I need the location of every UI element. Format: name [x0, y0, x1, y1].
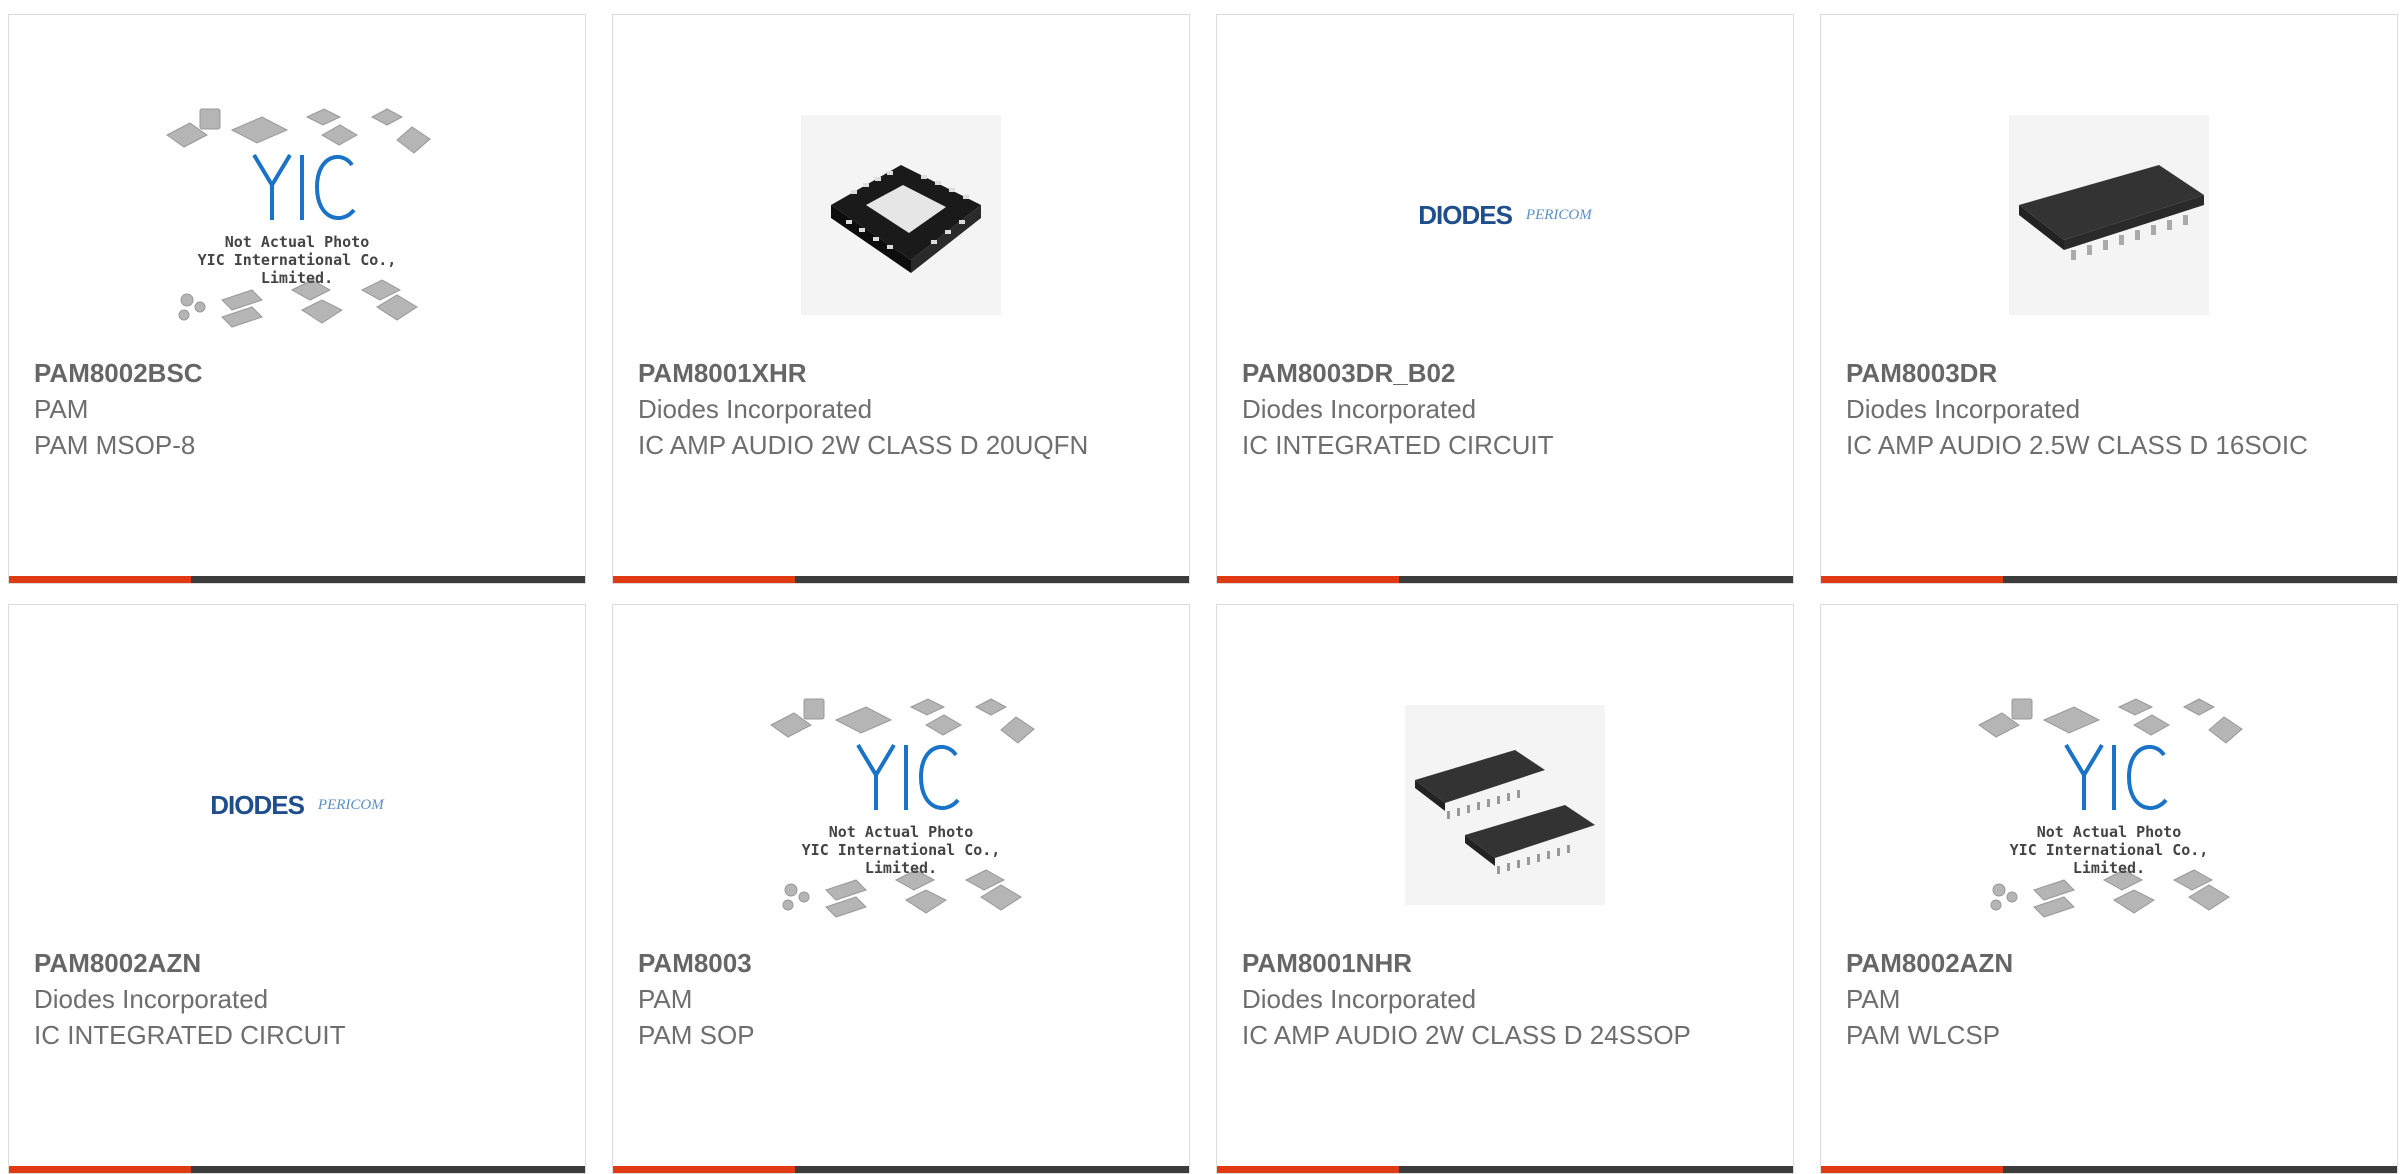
- product-grid: Not Actual Photo YIC International Co., …: [8, 14, 2398, 1174]
- product-image[interactable]: Not Actual Photo YIC International Co., …: [9, 75, 585, 355]
- product-image[interactable]: [613, 75, 1189, 355]
- pericom-logo-text: PERICOM: [1525, 206, 1592, 223]
- product-image[interactable]: Not Actual Photo YIC International Co., …: [1821, 665, 2397, 945]
- soic-chip-icon: [2019, 165, 2204, 260]
- card-footer-bar: [1821, 576, 2397, 583]
- product-card[interactable]: DIODES PERICOM PAM8003DR_B02 Diodes Inco…: [1216, 14, 1794, 584]
- diodes-logo-text: DIODES: [210, 789, 305, 820]
- manufacturer: Diodes Incorporated: [34, 984, 269, 1014]
- description: PAM SOP: [638, 1020, 755, 1050]
- description: PAM MSOP-8: [34, 430, 196, 460]
- product-card[interactable]: PAM8001NHR Diodes Incorporated IC AMP AU…: [1216, 604, 1794, 1174]
- product-card[interactable]: PAM8001XHR Diodes Incorporated IC AMP AU…: [612, 14, 1190, 584]
- ssop-chips-icon: [1415, 750, 1595, 874]
- yic-placeholder-image: Not Actual Photo YIC International Co., …: [162, 95, 432, 335]
- card-footer-bar: [1217, 1166, 1793, 1173]
- diodes-pericom-logo: DIODES PERICOM: [210, 790, 384, 821]
- card-footer-bar: [1217, 576, 1793, 583]
- description: IC AMP AUDIO 2W CLASS D 24SSOP: [1242, 1020, 1691, 1050]
- diodes-pericom-logo: DIODES PERICOM: [1418, 200, 1592, 231]
- chip-collage-icon: [770, 698, 1035, 918]
- placeholder-caption-line1: Not Actual Photo: [224, 233, 370, 251]
- product-image[interactable]: Not Actual Photo YIC International Co., …: [613, 665, 1189, 945]
- description: IC AMP AUDIO 2W CLASS D 20UQFN: [638, 430, 1089, 460]
- manufacturer: Diodes Incorporated: [1846, 394, 2081, 424]
- accent-bar: [9, 576, 191, 583]
- card-footer-bar: [613, 1166, 1189, 1173]
- part-number[interactable]: PAM8001NHR: [1242, 945, 1768, 981]
- card-footer-bar: [613, 576, 1189, 583]
- product-card[interactable]: PAM8003DR Diodes Incorporated IC AMP AUD…: [1820, 14, 2398, 584]
- manufacturer: Diodes Incorporated: [638, 394, 873, 424]
- accent-bar: [1217, 576, 1399, 583]
- description: IC INTEGRATED CIRCUIT: [1242, 430, 1554, 460]
- card-footer-bar: [1821, 1166, 2397, 1173]
- accent-bar: [1821, 576, 2003, 583]
- ssop-chips-image: [1405, 705, 1605, 905]
- product-image[interactable]: [1217, 665, 1793, 945]
- accent-bar: [613, 576, 795, 583]
- placeholder-caption-line2: YIC International Co., Limited.: [801, 841, 1001, 877]
- part-number[interactable]: PAM8002AZN: [34, 945, 560, 981]
- manufacturer: Diodes Incorporated: [1242, 394, 1477, 424]
- card-footer-bar: [9, 576, 585, 583]
- product-card[interactable]: DIODES PERICOM PAM8002AZN Diodes Incorpo…: [8, 604, 586, 1174]
- product-card[interactable]: Not Actual Photo YIC International Co., …: [1820, 604, 2398, 1174]
- product-card[interactable]: Not Actual Photo YIC International Co., …: [612, 604, 1190, 1174]
- placeholder-caption-line2: YIC International Co., Limited.: [197, 251, 397, 287]
- qfn-chip-image: [801, 115, 1001, 315]
- part-number[interactable]: PAM8001XHR: [638, 355, 1164, 391]
- yic-placeholder-image: Not Actual Photo YIC International Co., …: [1974, 685, 2244, 925]
- chip-collage-icon: [1978, 698, 2243, 918]
- pericom-logo-text: PERICOM: [317, 796, 384, 813]
- product-image[interactable]: DIODES PERICOM: [9, 665, 585, 945]
- card-footer-bar: [9, 1166, 585, 1173]
- placeholder-caption-line1: Not Actual Photo: [2036, 823, 2182, 841]
- qfn-chip-icon: [831, 165, 981, 273]
- manufacturer: Diodes Incorporated: [1242, 984, 1477, 1014]
- chip-collage-icon: [166, 108, 431, 328]
- soic-chip-image: [2009, 115, 2209, 315]
- placeholder-caption-line2: YIC International Co., Limited.: [2009, 841, 2209, 877]
- manufacturer: PAM: [34, 394, 89, 424]
- placeholder-caption-line1: Not Actual Photo: [828, 823, 974, 841]
- part-number[interactable]: PAM8003: [638, 945, 1164, 981]
- part-number[interactable]: PAM8003DR: [1846, 355, 2372, 391]
- product-image[interactable]: [1821, 75, 2397, 355]
- manufacturer: PAM: [638, 984, 693, 1014]
- description: IC INTEGRATED CIRCUIT: [34, 1020, 346, 1050]
- yic-placeholder-image: Not Actual Photo YIC International Co., …: [766, 685, 1036, 925]
- diodes-logo-text: DIODES: [1418, 199, 1513, 230]
- description: IC AMP AUDIO 2.5W CLASS D 16SOIC: [1846, 430, 2308, 460]
- description: PAM WLCSP: [1846, 1020, 2001, 1050]
- manufacturer: PAM: [1846, 984, 1901, 1014]
- accent-bar: [9, 1166, 191, 1173]
- product-image[interactable]: DIODES PERICOM: [1217, 75, 1793, 355]
- accent-bar: [1217, 1166, 1399, 1173]
- part-number[interactable]: PAM8002BSC: [34, 355, 560, 391]
- accent-bar: [1821, 1166, 2003, 1173]
- part-number[interactable]: PAM8003DR_B02: [1242, 355, 1768, 391]
- part-number[interactable]: PAM8002AZN: [1846, 945, 2372, 981]
- accent-bar: [613, 1166, 795, 1173]
- product-card[interactable]: Not Actual Photo YIC International Co., …: [8, 14, 586, 584]
